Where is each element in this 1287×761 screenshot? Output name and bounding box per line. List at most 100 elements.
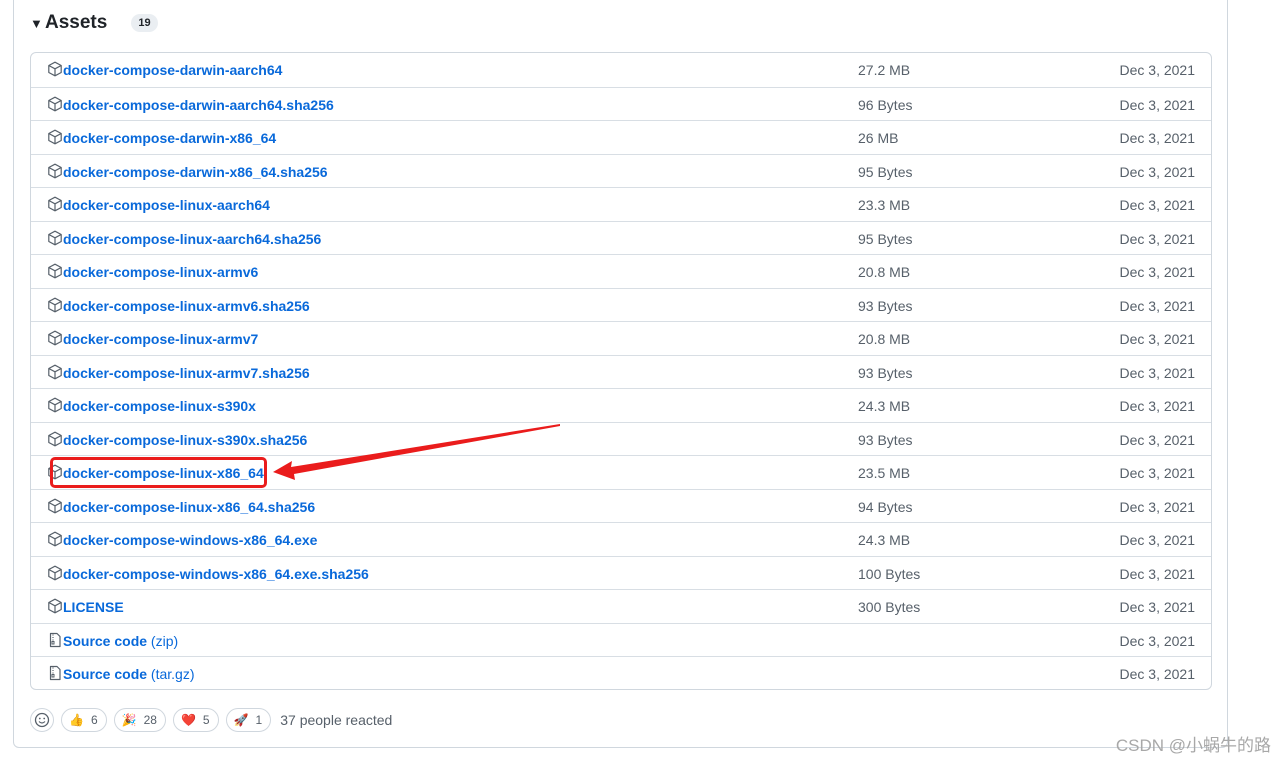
asset-size: 100 Bytes	[858, 565, 921, 582]
asset-row: docker-compose-linux-s390x.sha256 93 Byte…	[31, 421, 1211, 456]
asset-name: docker-compose-windows-x86_64.exe.sha256	[63, 565, 369, 582]
asset-date: Dec 3, 2021	[1119, 62, 1196, 78]
asset-date: Dec 3, 2021	[1119, 364, 1196, 381]
reactions-bar: 👍 6 🎉 28 ❤️ 5 🚀 1 37 people reacted	[30, 707, 392, 733]
asset-date: Dec 3, 2021	[1119, 96, 1196, 113]
asset-name: docker-compose-darwin-aarch64	[63, 62, 283, 78]
asset-row: docker-compose-linux-armv6.sha256 93 Byte…	[31, 287, 1211, 322]
asset-date: Dec 3, 2021	[1119, 197, 1196, 213]
asset-size: 23.5 MB	[858, 465, 911, 481]
asset-row: docker-compose-windows-x86_64.exe.sha256…	[31, 555, 1211, 590]
asset-row: Source code (tar.gz) Dec 3, 2021	[31, 656, 1211, 689]
asset-name: docker-compose-linux-s390x.sha256	[63, 431, 308, 448]
asset-link[interactable]: docker-compose-linux-s390x	[63, 398, 256, 414]
package-icon	[47, 96, 63, 112]
assets-title: Assets	[45, 12, 108, 33]
asset-date: Dec 3, 2021	[1119, 297, 1196, 314]
package-icon	[47, 129, 63, 145]
reaction-count: 28	[143, 713, 157, 727]
asset-row: docker-compose-linux-x86_64.sha256 94 Byt…	[31, 488, 1211, 523]
asset-row: docker-compose-linux-aarch64.sha256 95 By…	[31, 220, 1211, 255]
asset-name-suffix: (tar.gz)	[147, 666, 195, 682]
assets-count-badge: 19	[131, 14, 158, 32]
asset-link[interactable]: LICENSE	[63, 599, 124, 615]
asset-link[interactable]: docker-compose-linux-armv7.sha256	[63, 365, 310, 381]
asset-date: Dec 3, 2021	[1119, 532, 1196, 548]
asset-date: Dec 3, 2021	[1119, 632, 1196, 649]
package-icon	[47, 397, 63, 413]
asset-link[interactable]: docker-compose-darwin-aarch64	[63, 62, 282, 78]
asset-name: docker-compose-linux-armv7	[63, 331, 259, 347]
asset-link[interactable]: docker-compose-linux-armv6	[63, 264, 258, 280]
asset-name: docker-compose-windows-x86_64.exe	[63, 532, 318, 548]
reaction-count: 5	[202, 713, 210, 727]
asset-size: 20.8 MB	[858, 331, 911, 347]
asset-size: 93 Bytes	[858, 431, 913, 448]
asset-link[interactable]: docker-compose-linux-x86_64.sha256	[63, 499, 315, 515]
asset-date: Dec 3, 2021	[1119, 230, 1196, 247]
asset-link[interactable]: docker-compose-linux-armv6.sha256	[63, 298, 310, 314]
asset-size: 20.8 MB	[858, 264, 911, 280]
asset-date: Dec 3, 2021	[1119, 431, 1196, 448]
add-reaction-button[interactable]	[30, 708, 54, 732]
asset-name: Source code	[63, 632, 148, 649]
file-zip-icon	[47, 632, 63, 648]
asset-link[interactable]: docker-compose-windows-x86_64.exe	[63, 532, 317, 548]
asset-row: LICENSE 300 Bytes Dec 3, 2021	[31, 589, 1211, 623]
asset-date: Dec 3, 2021	[1119, 264, 1196, 280]
asset-row: docker-compose-linux-s390x 24.3 MB Dec 3, …	[31, 388, 1211, 422]
asset-date: Dec 3, 2021	[1119, 666, 1196, 682]
package-icon	[47, 230, 63, 246]
package-icon	[47, 498, 63, 514]
asset-link[interactable]: docker-compose-darwin-x86_64.sha256	[63, 164, 328, 180]
asset-link[interactable]: docker-compose-linux-armv7	[63, 331, 258, 347]
asset-date: Dec 3, 2021	[1119, 163, 1196, 180]
asset-size: 95 Bytes	[858, 230, 913, 247]
rocket-icon: 🚀	[233, 713, 249, 727]
reaction-thumbs-up[interactable]: 👍 6	[61, 708, 107, 732]
asset-row: docker-compose-linux-aarch64 23.3 MB Dec 3…	[31, 187, 1211, 221]
thumbs-up-icon: 👍	[69, 713, 84, 727]
asset-link[interactable]: docker-compose-windows-x86_64.exe.sha256	[63, 566, 369, 582]
asset-size: 94 Bytes	[858, 498, 913, 515]
asset-link[interactable]: docker-compose-linux-aarch64.sha256	[63, 231, 321, 247]
asset-size: 93 Bytes	[858, 297, 913, 314]
asset-name: docker-compose-linux-armv7.sha256	[63, 364, 310, 381]
asset-link[interactable]: Source code (tar.gz)	[63, 666, 195, 682]
reaction-heart[interactable]: ❤️ 5	[172, 708, 219, 732]
asset-name-suffix: (zip)	[147, 632, 179, 649]
asset-row: docker-compose-darwin-x86_64.sha256 95 By…	[31, 153, 1211, 188]
asset-date: Dec 3, 2021	[1119, 565, 1196, 582]
asset-size: 23.3 MB	[858, 197, 911, 213]
asset-row: docker-compose-linux-armv7.sha256 93 Byte…	[31, 354, 1211, 389]
file-zip-icon	[47, 665, 63, 681]
asset-date: Dec 3, 2021	[1119, 599, 1196, 615]
asset-link[interactable]: docker-compose-darwin-aarch64.sha256	[63, 97, 334, 113]
reaction-count: 1	[255, 713, 263, 727]
caret-down-icon[interactable]: ▼	[30, 16, 44, 31]
asset-link[interactable]: docker-compose-darwin-x86_64	[63, 130, 276, 146]
asset-link[interactable]: docker-compose-linux-aarch64	[63, 197, 270, 213]
reaction-rocket[interactable]: 🚀 1	[225, 708, 272, 732]
asset-size: 95 Bytes	[858, 163, 913, 180]
asset-date: Dec 3, 2021	[1119, 465, 1196, 481]
asset-link[interactable]: docker-compose-linux-s390x.sha256	[63, 432, 307, 448]
asset-name: Source code	[63, 666, 148, 682]
asset-name: docker-compose-linux-x86_64.sha256	[63, 498, 316, 515]
asset-link[interactable]: Source code (zip)	[63, 633, 178, 649]
assets-header[interactable]: ▼ Assets 19	[30, 11, 158, 35]
package-icon	[47, 531, 63, 547]
package-icon	[47, 163, 63, 179]
asset-date: Dec 3, 2021	[1119, 331, 1196, 347]
reaction-party[interactable]: 🎉 28	[113, 708, 166, 732]
asset-row: Source code (zip) Dec 3, 2021	[31, 622, 1211, 657]
asset-size: 27.2 MB	[858, 62, 911, 78]
asset-name: docker-compose-darwin-x86_64	[63, 130, 277, 146]
asset-size: 24.3 MB	[858, 398, 911, 414]
asset-name: docker-compose-darwin-x86_64.sha256	[63, 163, 328, 180]
package-icon	[47, 330, 63, 346]
asset-name: docker-compose-linux-s390x	[63, 398, 256, 414]
asset-size: 300 Bytes	[858, 599, 921, 615]
asset-name: docker-compose-linux-armv6.sha256	[63, 297, 310, 314]
package-icon	[47, 297, 63, 313]
